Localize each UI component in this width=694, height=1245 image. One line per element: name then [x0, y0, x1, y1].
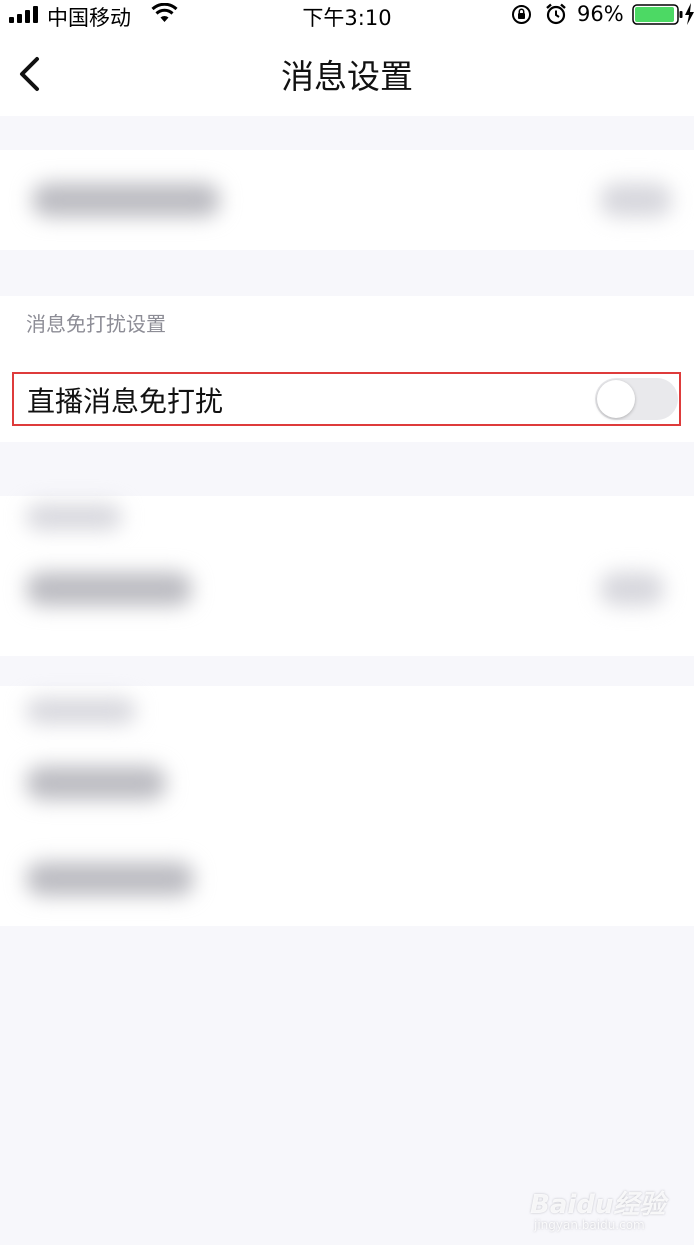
battery-icon [632, 4, 683, 25]
live-dnd-row[interactable]: 直播消息免打扰 [12, 372, 681, 426]
status-bar: 中国移动 下午3:10 96% [0, 0, 694, 30]
nav-bar: 消息设置 [0, 30, 694, 116]
live-dnd-label: 直播消息免打扰 [27, 385, 224, 418]
battery-percent: 96% [577, 2, 624, 26]
page-title: 消息设置 [281, 57, 413, 96]
live-dnd-toggle[interactable] [595, 378, 678, 420]
do-not-disturb-section: 消息免打扰设置 直播消息免打扰 [0, 296, 694, 442]
orientation-lock-icon [512, 5, 531, 24]
obscured-setting-section [0, 496, 694, 656]
toggle-knob [597, 380, 635, 418]
alarm-icon [546, 3, 566, 25]
charging-icon [685, 3, 694, 25]
obscured-setting-row [0, 150, 694, 250]
obscured-setting-section [0, 686, 694, 926]
baidu-jingyan-watermark: Baidu经验 jingyan.baidu.com [530, 1180, 690, 1240]
watermark-logo: Baidu经验 [530, 1190, 666, 1220]
section-header: 消息免打扰设置 [26, 312, 166, 336]
watermark-url: jingyan.baidu.com [534, 1218, 645, 1232]
